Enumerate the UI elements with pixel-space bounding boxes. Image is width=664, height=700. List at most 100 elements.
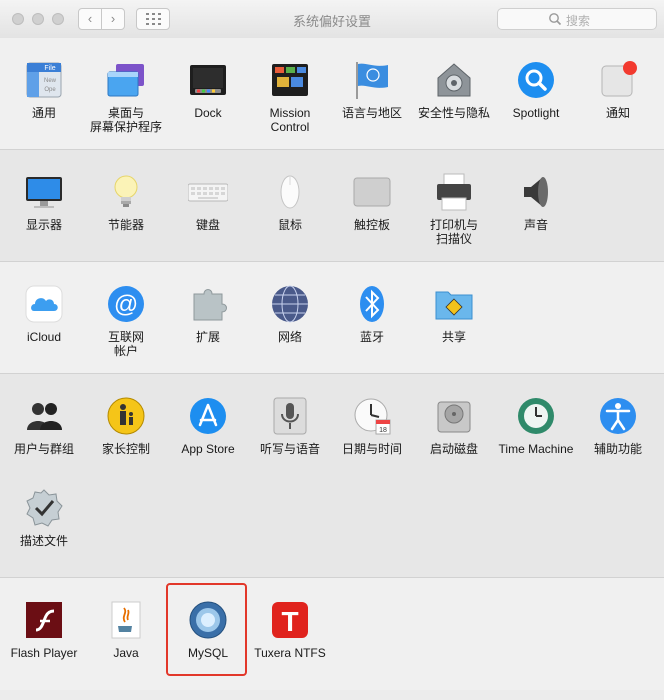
section-internet: iCloud @ 互联网 帐户 扩展 网络 蓝牙 共享: [0, 262, 664, 374]
appstore-icon: [190, 398, 226, 434]
keyboard-icon: [188, 183, 228, 202]
extensions-icon: [193, 289, 227, 321]
mission-control-icon: [272, 64, 308, 96]
pref-trackpad[interactable]: 触控板: [331, 172, 413, 272]
printer-icon: [437, 173, 471, 211]
pref-profiles[interactable]: 描述文件: [3, 488, 85, 588]
notifications-icon: [601, 61, 637, 97]
sound-icon: [524, 177, 548, 207]
pref-label: 触控板: [353, 218, 390, 232]
pref-app-store[interactable]: App Store: [167, 396, 249, 496]
pref-parental-controls[interactable]: 家长控制: [85, 396, 167, 496]
dock-icon: [190, 65, 226, 95]
flash-icon: [26, 602, 62, 638]
pref-label: 打印机与 扫描仪: [429, 218, 478, 246]
svg-text:@: @: [114, 291, 138, 318]
pref-desktop-screensaver[interactable]: 桌面与 屏幕保护程序: [85, 60, 167, 160]
startup-disk-icon: [437, 401, 471, 433]
pref-label: Tuxera NTFS: [254, 646, 326, 660]
datetime-icon: 18: [354, 398, 391, 435]
pref-spotlight[interactable]: Spotlight: [495, 60, 577, 160]
pref-label: Flash Player: [10, 646, 78, 660]
pref-label: iCloud: [26, 330, 62, 344]
pref-label: 扩展: [195, 330, 220, 344]
pref-java[interactable]: Java: [85, 600, 167, 700]
pref-label: 显示器: [25, 218, 62, 232]
timemachine-icon: [518, 398, 554, 434]
pref-dock[interactable]: Dock: [167, 60, 249, 160]
pref-date-time[interactable]: 18 日期与时间: [331, 396, 413, 496]
pref-time-machine[interactable]: Time Machine: [495, 396, 577, 496]
internet-accounts-icon: @: [108, 286, 144, 322]
title-bar: ‹ › 系统偏好设置 搜索: [0, 0, 664, 39]
language-region-icon: [356, 62, 388, 99]
pref-label: 桌面与 屏幕保护程序: [89, 106, 162, 134]
pref-label: 网络: [277, 330, 302, 344]
svg-text:New: New: [44, 78, 57, 84]
network-icon: [272, 285, 308, 323]
pref-label: App Store: [181, 442, 235, 456]
pref-label: 互联网 帐户: [107, 330, 144, 358]
pref-icloud[interactable]: iCloud: [3, 284, 85, 384]
pref-mouse[interactable]: 鼠标: [249, 172, 331, 272]
pref-keyboard[interactable]: 键盘: [167, 172, 249, 272]
accessibility-icon: [600, 398, 636, 434]
svg-text:T: T: [281, 606, 298, 637]
tuxera-icon: T: [272, 602, 308, 638]
spotlight-icon: [518, 62, 554, 98]
pref-printers-scanners[interactable]: 打印机与 扫描仪: [413, 172, 495, 272]
pref-extensions[interactable]: 扩展: [167, 284, 249, 384]
pref-sound[interactable]: 声音: [495, 172, 577, 272]
search-field[interactable]: 搜索: [497, 8, 657, 30]
pref-users-groups[interactable]: 用户与群组: [3, 396, 85, 496]
pref-network[interactable]: 网络: [249, 284, 331, 384]
pref-energy-saver[interactable]: 节能器: [85, 172, 167, 272]
pref-label: 辅助功能: [593, 442, 642, 456]
pref-label: 共享: [441, 330, 466, 344]
pref-startup-disk[interactable]: 启动磁盘: [413, 396, 495, 496]
section-personal: File New Ope 通用 桌面与 屏幕保护程序 Dock Mission …: [0, 38, 664, 150]
pref-label: 家长控制: [101, 442, 150, 456]
pref-general[interactable]: File New Ope 通用: [3, 60, 85, 160]
pref-label: 日期与时间: [341, 442, 402, 456]
svg-text:File: File: [44, 65, 55, 72]
pref-accessibility[interactable]: 辅助功能: [577, 396, 659, 496]
section-system: 用户与群组 家长控制 App Store 听写与语音 18 日期与时间 启动磁盘…: [0, 374, 664, 578]
pref-sharing[interactable]: 共享: [413, 284, 495, 384]
pref-label: Spotlight: [512, 106, 560, 120]
pref-bluetooth[interactable]: 蓝牙: [331, 284, 413, 384]
pref-label: 语言与地区: [341, 106, 402, 120]
security-icon: [437, 63, 471, 97]
pref-dictation-speech[interactable]: 听写与语音: [249, 396, 331, 496]
pref-label: Time Machine: [498, 442, 574, 456]
pref-label: Java: [113, 646, 139, 660]
energy-icon: [114, 175, 138, 207]
pref-notifications[interactable]: 通知: [577, 60, 659, 160]
pref-internet-accounts[interactable]: @ 互联网 帐户: [85, 284, 167, 384]
pref-displays[interactable]: 显示器: [3, 172, 85, 272]
pref-security-privacy[interactable]: 安全性与隐私: [413, 60, 495, 160]
pref-flash-player[interactable]: Flash Player: [3, 600, 85, 700]
pref-label: 通用: [31, 106, 56, 120]
profiles-icon: [26, 489, 63, 527]
pref-label: 安全性与隐私: [417, 106, 490, 120]
bluetooth-icon: [360, 286, 384, 322]
pref-label: 用户与群组: [13, 442, 74, 456]
pref-label: 通知: [605, 106, 630, 120]
pref-label: 节能器: [107, 218, 144, 232]
users-icon: [27, 403, 62, 430]
svg-text:18: 18: [379, 427, 387, 434]
svg-text:Ope: Ope: [44, 87, 56, 93]
search-icon: [549, 13, 562, 26]
pref-mission-control[interactable]: Mission Control: [249, 60, 331, 160]
pref-language-region[interactable]: 语言与地区: [331, 60, 413, 160]
icloud-icon: [25, 285, 63, 323]
section-other: Flash Player Java MySQL T Tuxera NTFS: [0, 578, 664, 690]
dictation-icon: [273, 397, 307, 435]
parental-icon: [107, 397, 145, 435]
pref-label: 鼠标: [277, 218, 302, 232]
search-placeholder: 搜索: [566, 14, 591, 28]
system-preferences-window: ‹ › 系统偏好设置 搜索 File New Ope 通用 桌面与 屏幕保护程序…: [0, 0, 664, 690]
pref-tuxera-ntfs[interactable]: T Tuxera NTFS: [249, 600, 331, 700]
pref-label: 听写与语音: [259, 442, 320, 456]
